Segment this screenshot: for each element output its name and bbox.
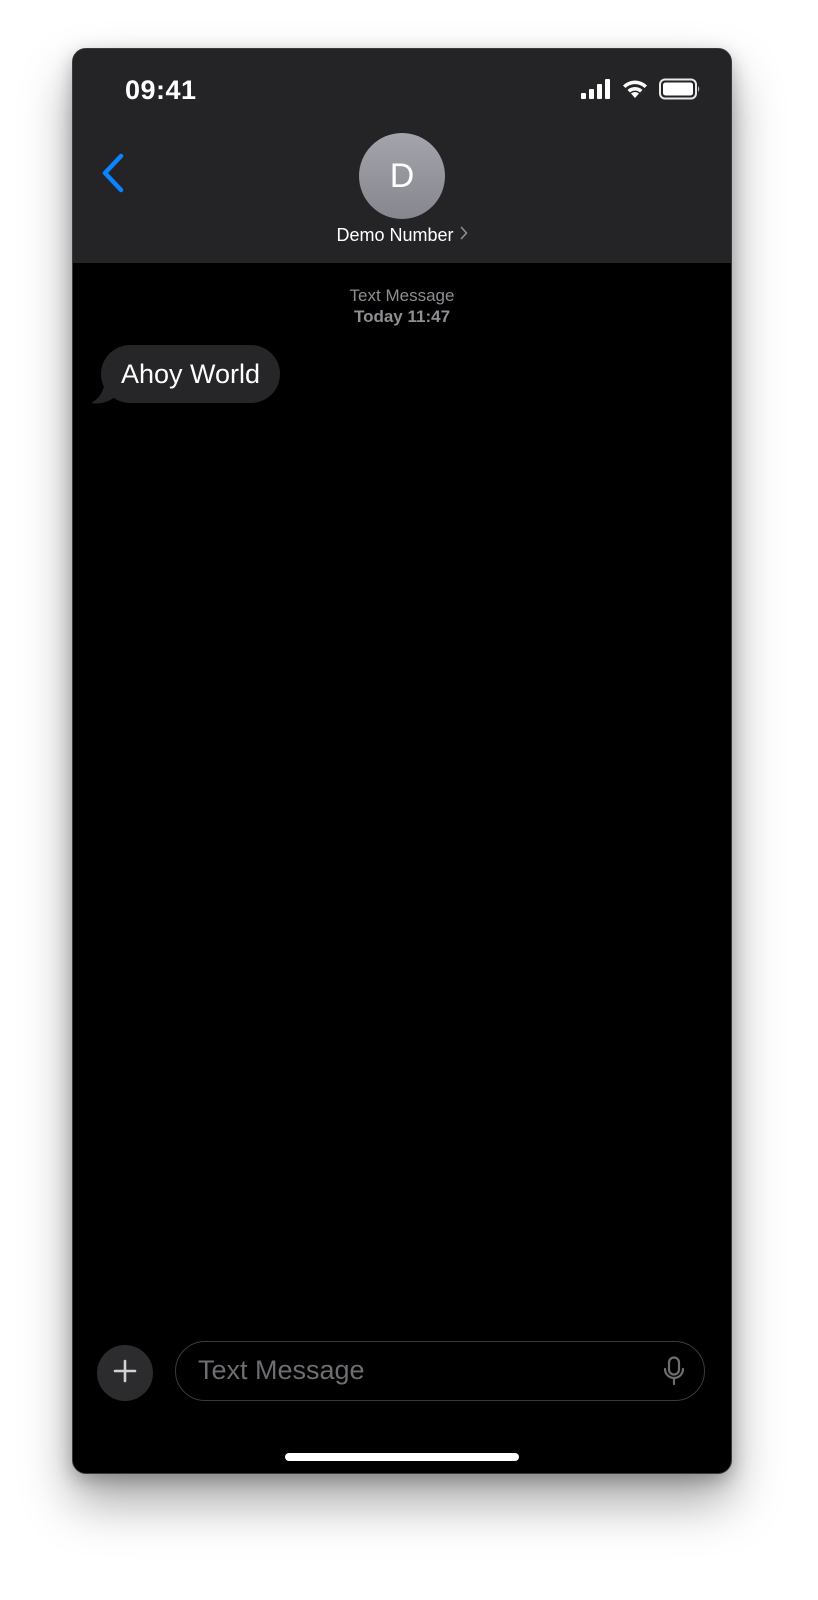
battery-icon xyxy=(659,78,701,105)
message-bubble-incoming[interactable]: Ahoy World xyxy=(101,345,281,403)
contact-name: Demo Number xyxy=(336,225,454,245)
microphone-icon[interactable] xyxy=(662,1356,686,1386)
home-indicator[interactable] xyxy=(285,1453,519,1461)
plus-icon xyxy=(113,1359,137,1388)
status-icons xyxy=(581,78,701,105)
message-timestamp: Today 11:47 xyxy=(353,307,451,326)
chevron-right-icon xyxy=(460,226,468,245)
cellular-signal-icon xyxy=(581,78,611,104)
service-label: Text Message xyxy=(349,286,455,305)
conversation-header: 09:41 D Demo Number xyxy=(73,49,731,263)
wifi-icon xyxy=(621,79,649,104)
phone-screen: 09:41 D Demo Number Text Message Today 1… xyxy=(72,48,732,1474)
conversation-meta: Text Message Today 11:47 xyxy=(73,285,731,327)
status-time: 09:41 xyxy=(125,75,197,105)
back-button[interactable] xyxy=(91,149,135,201)
contact-name-button[interactable]: Demo Number xyxy=(73,225,731,246)
contact-avatar[interactable]: D xyxy=(359,133,445,219)
message-input[interactable] xyxy=(198,1342,638,1399)
add-attachment-button[interactable] xyxy=(97,1345,153,1401)
screenshot-canvas: 09:41 D Demo Number Text Message Today 1… xyxy=(0,0,818,1600)
message-input-field[interactable] xyxy=(175,1341,705,1401)
chevron-left-icon xyxy=(100,153,126,198)
